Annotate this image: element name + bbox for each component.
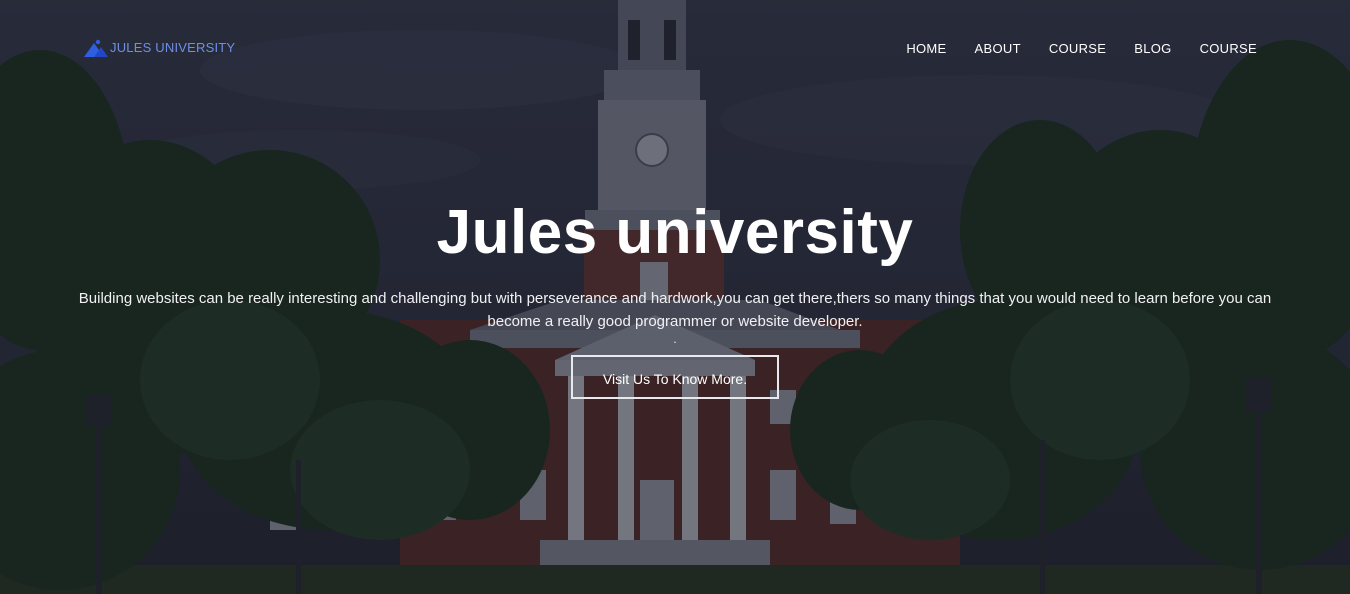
- nav-item-about[interactable]: ABOUT: [975, 40, 1021, 57]
- nav-item-blog[interactable]: BLOG: [1134, 40, 1171, 57]
- main-nav: HOME ABOUT COURSE BLOG COURSE: [906, 40, 1257, 57]
- brand-logo[interactable]: JULES UNIVERSITY: [84, 38, 235, 58]
- hero-section: JULES UNIVERSITY HOME ABOUT COURSE BLOG …: [0, 0, 1350, 594]
- visit-us-button[interactable]: Visit Us To Know More.: [571, 355, 779, 399]
- hero-title: Jules university: [436, 198, 914, 267]
- brand-name: JULES UNIVERSITY: [110, 40, 236, 55]
- hero-description: Building websites can be really interest…: [78, 290, 1272, 330]
- site-header: JULES UNIVERSITY HOME ABOUT COURSE BLOG …: [0, 0, 1350, 96]
- hero-dot: .: [673, 332, 677, 346]
- hero-content: Jules university Building websites can b…: [0, 195, 1350, 399]
- nav-item-course[interactable]: COURSE: [1049, 40, 1106, 57]
- nav-item-course-2[interactable]: COURSE: [1200, 40, 1257, 57]
- mountain-logo-icon: [84, 39, 108, 57]
- nav-item-home[interactable]: HOME: [906, 40, 946, 57]
